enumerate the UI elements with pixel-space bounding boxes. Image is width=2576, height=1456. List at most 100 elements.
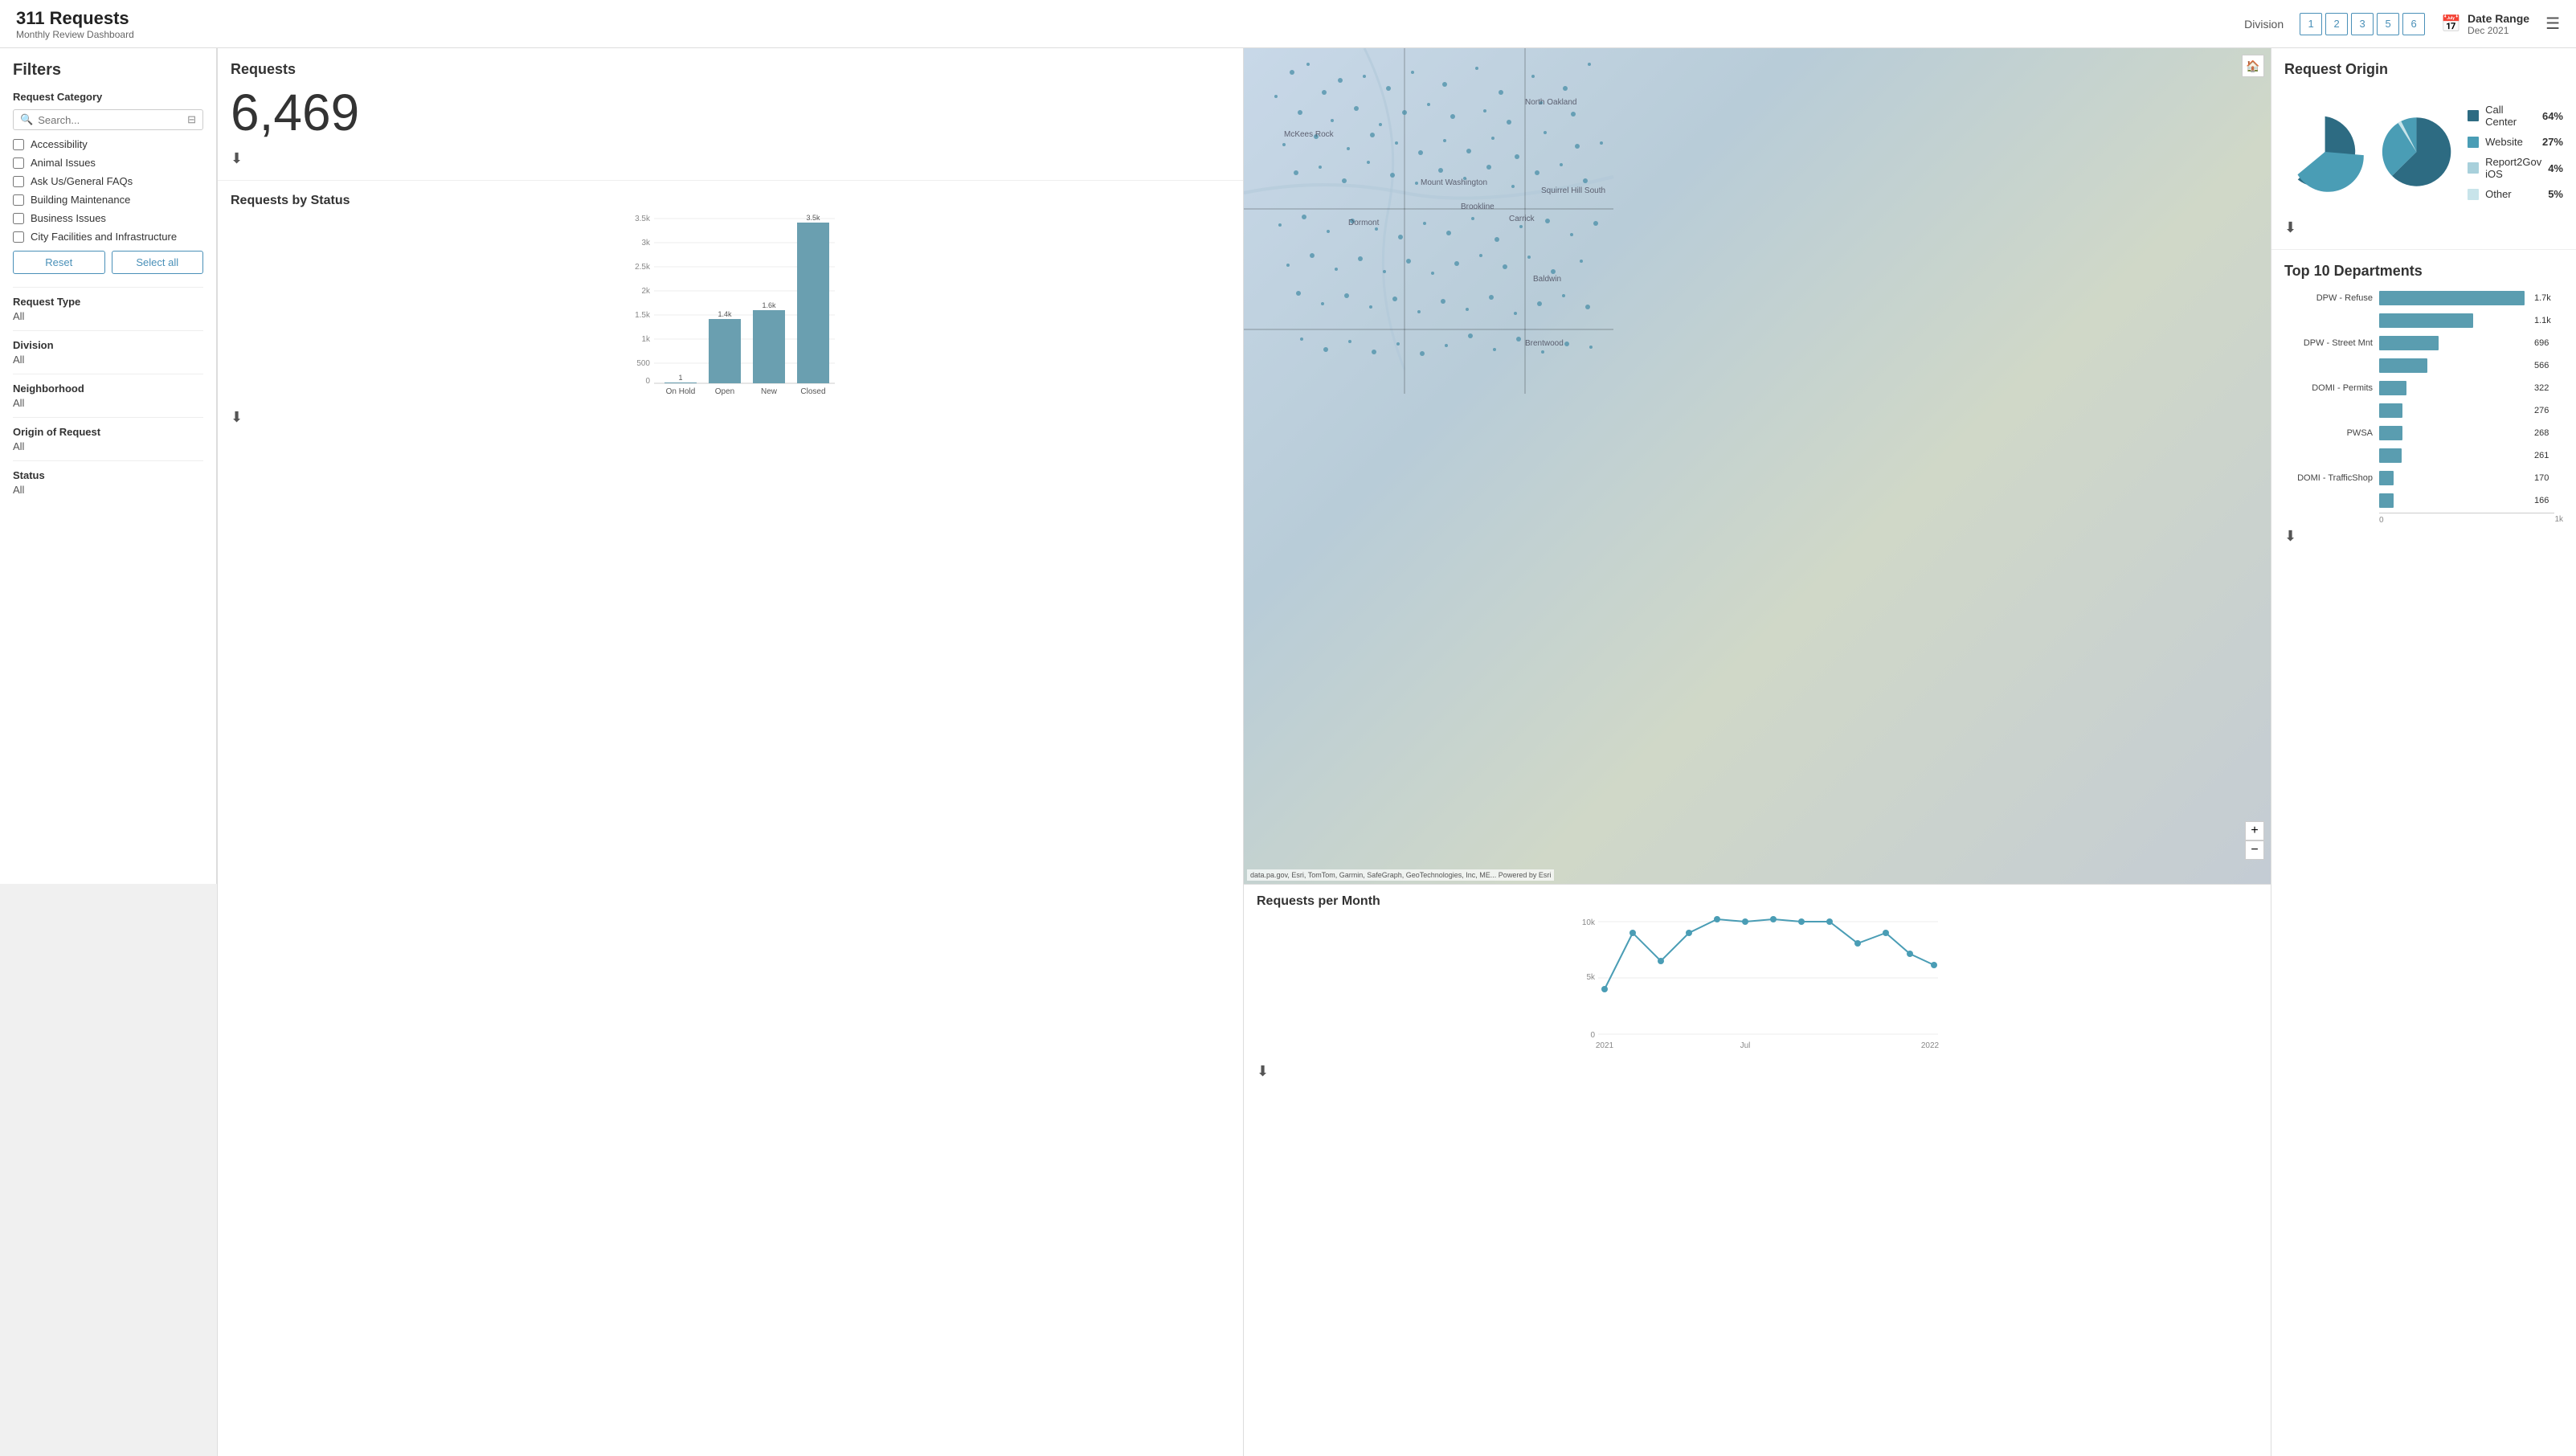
requests-column: Requests 6,469 ⬇ Requests by Status 3.5k…	[217, 48, 1244, 1456]
legend-report2gov: Report2Gov iOS 4%	[2468, 156, 2563, 180]
dept-bar-domi-permits	[2379, 381, 2406, 395]
svg-text:5k: 5k	[1586, 973, 1596, 982]
line-chart-area: 10k 5k 0 2021 Jul 2022	[1257, 915, 2258, 1060]
svg-text:2022: 2022	[1921, 1041, 1940, 1050]
dept-row-4: 566	[2284, 358, 2563, 373]
filter-icon[interactable]: ⊟	[187, 113, 196, 126]
reset-button[interactable]: Reset	[13, 251, 105, 274]
dept-row-dpw-street: DPW - Street Mnt 696	[2284, 336, 2563, 350]
checkbox-building-maintenance[interactable]	[13, 194, 24, 206]
dept-bar-4	[2379, 358, 2427, 373]
dept-row-6: 276	[2284, 403, 2563, 418]
requests-by-status: Requests by Status 3.5k 3k 2.5k 2k 1.5k …	[218, 181, 1243, 1456]
category-accessibility[interactable]: Accessibility	[13, 138, 203, 150]
svg-text:1.5k: 1.5k	[635, 311, 651, 320]
header-title: 311 Requests Monthly Review Dashboard	[16, 8, 134, 40]
category-ask-us[interactable]: Ask Us/General FAQs	[13, 175, 203, 187]
category-business-issues[interactable]: Business Issues	[13, 212, 203, 224]
division-button-6[interactable]: 6	[2402, 13, 2425, 35]
division-buttons: 1 2 3 5 6	[2300, 13, 2425, 35]
svg-text:Jul: Jul	[1740, 1041, 1751, 1050]
svg-text:On Hold: On Hold	[666, 387, 696, 396]
svg-text:Carrick: Carrick	[1509, 215, 1535, 223]
dept-bar-pwsa	[2379, 426, 2402, 440]
svg-text:1.6k: 1.6k	[762, 301, 776, 309]
pie-container: Call Center 64% Website 27% Report2Gov i…	[2284, 88, 2563, 216]
checkbox-ask-us[interactable]	[13, 176, 24, 187]
legend-call-center: Call Center 64%	[2468, 104, 2563, 128]
svg-text:1k: 1k	[641, 335, 651, 344]
svg-text:Closed: Closed	[800, 387, 825, 396]
filter-buttons: Reset Select all	[13, 251, 203, 274]
svg-text:500: 500	[636, 359, 650, 368]
category-building-maintenance[interactable]: Building Maintenance	[13, 194, 203, 206]
svg-text:1: 1	[678, 374, 682, 382]
map-svg: North Oakland Brookline Carrick Mount Wa…	[1244, 48, 2271, 884]
checkbox-animal-issues[interactable]	[13, 157, 24, 169]
line-chart-download-icon[interactable]: ⬇	[1257, 1063, 1269, 1080]
svg-text:0: 0	[645, 377, 650, 386]
division-label: Division	[2244, 18, 2284, 31]
legend-color-website	[2468, 137, 2479, 148]
chart-download-icon[interactable]: ⬇	[231, 409, 243, 426]
map-background: North Oakland Brookline Carrick Mount Wa…	[1244, 48, 2271, 884]
header: 311 Requests Monthly Review Dashboard Di…	[0, 0, 2576, 48]
dept-row-2: 1.1k	[2284, 313, 2563, 328]
filter-group-status: Status All	[13, 460, 203, 504]
search-icon: 🔍	[20, 113, 33, 126]
checkbox-business-issues[interactable]	[13, 213, 24, 224]
download-icon[interactable]: ⬇	[231, 150, 243, 167]
svg-text:0: 0	[1590, 1031, 1595, 1040]
map-attribution: data.pa.gov, Esri, TomTom, Garmin, SafeG…	[1247, 869, 1554, 881]
menu-icon[interactable]: ☰	[2545, 14, 2560, 34]
svg-text:Brookline: Brookline	[1461, 202, 1494, 211]
svg-text:McKees Rock: McKees Rock	[1284, 130, 1335, 139]
filters-title: Filters	[13, 61, 203, 80]
pie-legend: Call Center 64% Website 27% Report2Gov i…	[2468, 104, 2563, 200]
dept-bar-dpw-refuse	[2379, 291, 2525, 305]
category-city-facilities[interactable]: City Facilities and Infrastructure	[13, 231, 203, 243]
depts-x-axis: 0 1k	[2284, 513, 2563, 525]
date-range-value: Dec 2021	[2468, 25, 2529, 36]
map-home-button[interactable]: 🏠	[2242, 55, 2264, 77]
svg-text:3.5k: 3.5k	[806, 215, 820, 222]
bar-chart-area: 3.5k 3k 2.5k 2k 1.5k 1k 500 0	[231, 215, 1230, 399]
category-animal-issues[interactable]: Animal Issues	[13, 157, 203, 169]
date-range-text: Date Range Dec 2021	[2468, 12, 2529, 36]
svg-text:Mount Washington: Mount Washington	[1421, 178, 1487, 187]
bar-chart-svg: 3.5k 3k 2.5k 2k 1.5k 1k 500 0	[231, 215, 1230, 399]
sidebar: Filters Request Category 🔍 ⊟ Accessibili…	[0, 48, 217, 884]
main-layout: Filters Request Category 🔍 ⊟ Accessibili…	[0, 48, 2576, 1456]
filter-group-request-type: Request Type All	[13, 287, 203, 330]
svg-text:North Oakland: North Oakland	[1525, 98, 1576, 107]
dept-row-dpw-refuse: DPW - Refuse 1.7k	[2284, 291, 2563, 305]
division-button-5[interactable]: 5	[2377, 13, 2399, 35]
header-right: Division 1 2 3 5 6 📅 Date Range Dec 2021…	[2244, 12, 2560, 36]
line-chart-svg: 10k 5k 0 2021 Jul 2022	[1257, 915, 2258, 1060]
svg-text:10k: 10k	[1582, 918, 1596, 927]
checkbox-accessibility[interactable]	[13, 139, 24, 150]
checkbox-city-facilities[interactable]	[13, 231, 24, 243]
search-input[interactable]	[38, 114, 182, 126]
svg-text:2k: 2k	[641, 287, 651, 296]
depts-download-icon[interactable]: ⬇	[2284, 528, 2296, 545]
dept-bar-list: DPW - Refuse 1.7k 1.1k DPW - Street Mnt	[2284, 291, 2563, 508]
top-departments-section: Top 10 Departments DPW - Refuse 1.7k 1.1…	[2271, 250, 2576, 1456]
right-panel: Request Origin	[2271, 48, 2576, 1456]
division-button-3[interactable]: 3	[2351, 13, 2374, 35]
zoom-in-button[interactable]: +	[2245, 821, 2264, 840]
dept-bar-8	[2379, 448, 2402, 463]
origin-download-icon[interactable]: ⬇	[2284, 219, 2296, 236]
calendar-icon[interactable]: 📅	[2441, 14, 2461, 34]
svg-text:2.5k: 2.5k	[635, 263, 651, 272]
division-button-1[interactable]: 1	[2300, 13, 2322, 35]
division-button-2[interactable]: 2	[2325, 13, 2348, 35]
dept-bar-10	[2379, 493, 2394, 508]
svg-text:2021: 2021	[1596, 1041, 1614, 1050]
select-all-button[interactable]: Select all	[112, 251, 204, 274]
filter-group-origin: Origin of Request All	[13, 417, 203, 460]
search-container: 🔍 ⊟	[13, 109, 203, 130]
zoom-out-button[interactable]: −	[2245, 840, 2264, 860]
checkbox-list: Accessibility Animal Issues Ask Us/Gener…	[13, 138, 203, 243]
filter-group-division: Division All	[13, 330, 203, 374]
